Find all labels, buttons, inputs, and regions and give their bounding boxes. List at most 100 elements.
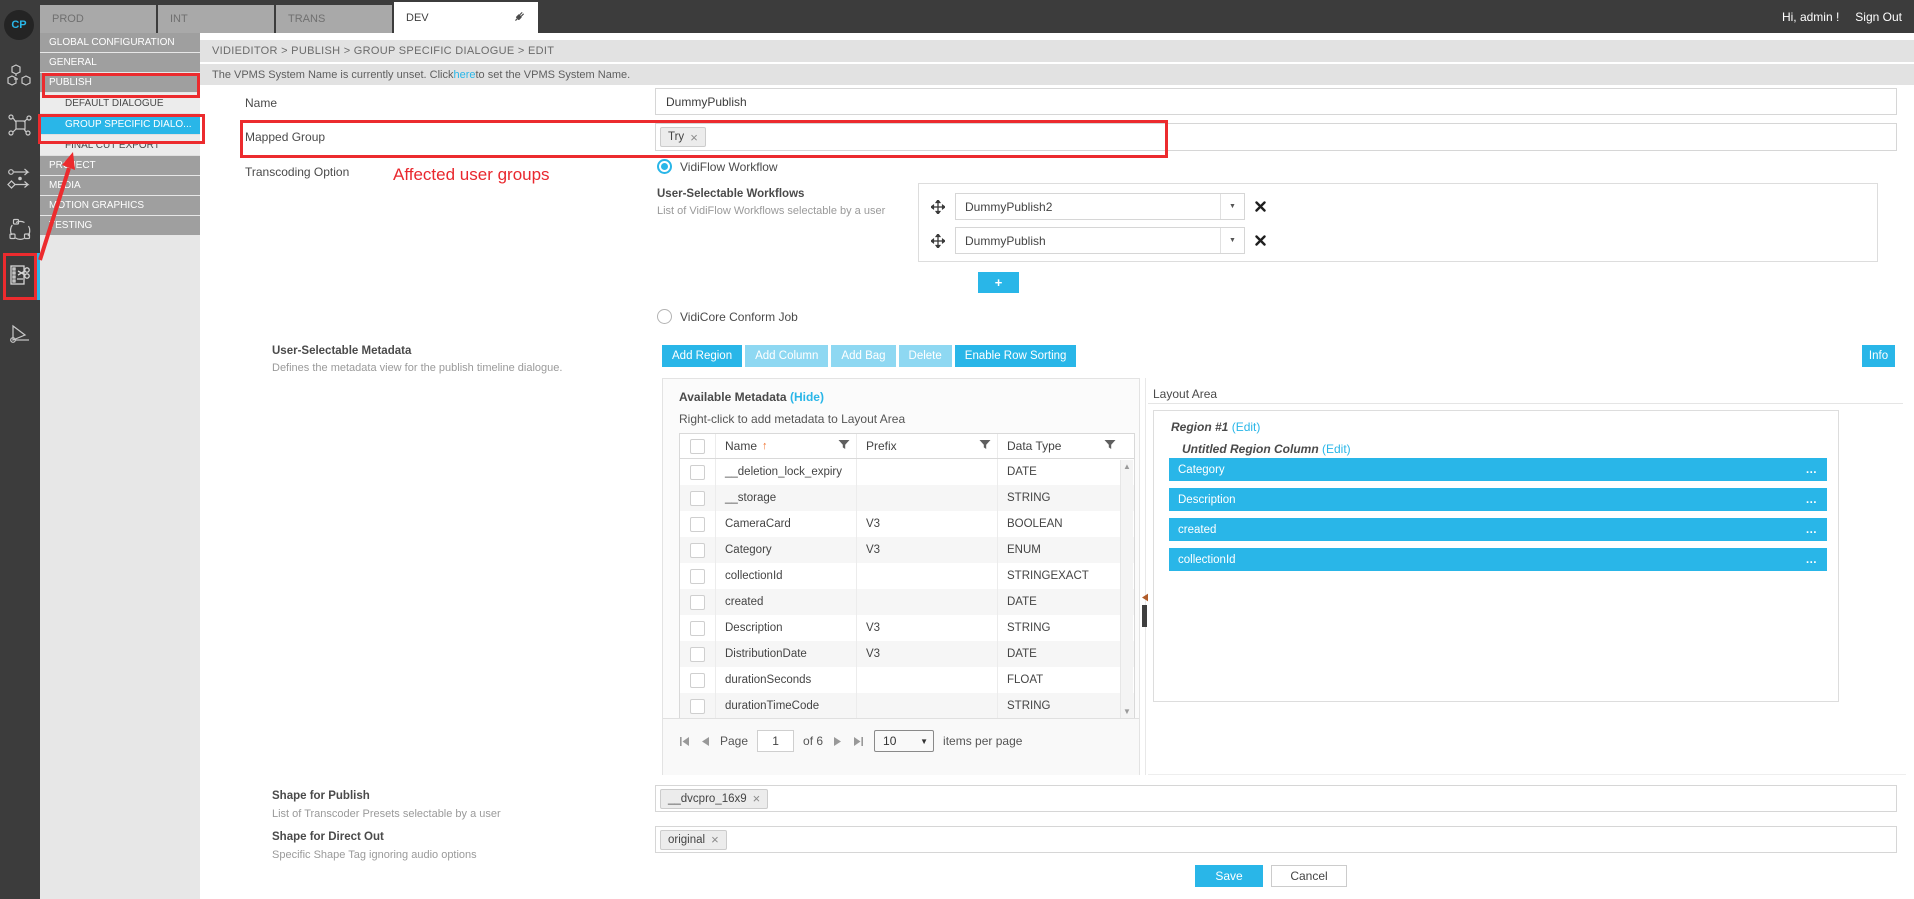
sidebar-cubes-icon[interactable]: [7, 62, 33, 88]
layout-field-description[interactable]: Description…: [1169, 488, 1827, 511]
filter-icon[interactable]: [979, 439, 991, 454]
table-row[interactable]: durationTimeCodeSTRING: [680, 693, 1134, 719]
table-row[interactable]: __storageSTRING: [680, 485, 1134, 511]
hide-link[interactable]: (Hide): [790, 390, 824, 404]
row-checkbox[interactable]: [690, 621, 705, 636]
nav-item-media[interactable]: MEDIA: [40, 176, 200, 196]
sidebar-cycle-icon[interactable]: [7, 216, 33, 242]
first-page-button[interactable]: [678, 737, 691, 746]
sidebar-flow-arrows-icon[interactable]: [7, 166, 33, 192]
add-column-button[interactable]: Add Column: [745, 345, 828, 367]
tab-dev[interactable]: DEV: [394, 2, 538, 33]
scroll-down-icon[interactable]: ▼: [1123, 707, 1131, 716]
mapped-group-field[interactable]: Try ×: [655, 123, 1897, 151]
field-menu-icon[interactable]: …: [1806, 464, 1819, 476]
row-checkbox[interactable]: [690, 491, 705, 506]
field-menu-icon[interactable]: …: [1806, 554, 1819, 566]
table-scrollbar[interactable]: ▲ ▼: [1120, 460, 1133, 718]
table-row[interactable]: durationSecondsFLOAT: [680, 667, 1134, 693]
nav-item-motion-graphics[interactable]: MOTION GRAPHICS: [40, 196, 200, 216]
scroll-up-icon[interactable]: ▲: [1123, 462, 1131, 471]
items-per-page-select[interactable]: 10 ▼: [874, 730, 934, 752]
tab-int[interactable]: INT: [158, 5, 274, 33]
column-edit-link[interactable]: (Edit): [1322, 442, 1351, 456]
layout-field-collectionid[interactable]: collectionId…: [1169, 548, 1827, 571]
row-checkbox[interactable]: [690, 647, 705, 662]
nav-item-default-dialogue[interactable]: DEFAULT DIALOGUE: [40, 93, 200, 114]
enable-row-sorting-button[interactable]: Enable Row Sorting: [955, 345, 1077, 367]
splitter-handle[interactable]: [1142, 605, 1147, 627]
column-header-data-type[interactable]: Data Type: [998, 434, 1122, 458]
title-text: Available Metadata: [679, 390, 787, 404]
sidebar-video-editor-icon[interactable]: [7, 262, 33, 288]
layout-field-created[interactable]: created…: [1169, 518, 1827, 541]
add-region-button[interactable]: Add Region: [662, 345, 742, 367]
row-checkbox[interactable]: [690, 465, 705, 480]
remove-workflow-icon[interactable]: [1255, 201, 1266, 212]
shape-publish-field[interactable]: __dvcpro_16x9 ×: [655, 785, 1897, 812]
layout-field-category[interactable]: Category…: [1169, 458, 1827, 481]
save-button[interactable]: Save: [1195, 865, 1263, 887]
sign-out-link[interactable]: Sign Out: [1855, 10, 1902, 24]
filter-icon[interactable]: [1104, 439, 1116, 454]
sidebar-network-icon[interactable]: [7, 112, 33, 138]
region-edit-link[interactable]: (Edit): [1232, 420, 1261, 434]
table-row[interactable]: CategoryV3ENUM: [680, 537, 1134, 563]
remove-workflow-icon[interactable]: [1255, 235, 1266, 246]
remove-chip-icon[interactable]: ×: [711, 833, 719, 846]
prev-page-button[interactable]: [700, 737, 711, 746]
page-number-input[interactable]: [757, 730, 794, 752]
drag-handle-icon[interactable]: [931, 234, 945, 248]
workflow-select[interactable]: DummyPublish▼: [955, 227, 1245, 254]
column-header-name[interactable]: Name ↑: [716, 434, 857, 458]
info-button[interactable]: Info: [1862, 345, 1895, 367]
tab-label: TRANS: [288, 13, 325, 25]
field-menu-icon[interactable]: …: [1806, 524, 1819, 536]
table-row[interactable]: __deletion_lock_expiryDATE: [680, 459, 1134, 485]
nav-item-group-specific-dialo[interactable]: GROUP SPECIFIC DIALO...: [40, 114, 200, 135]
row-checkbox[interactable]: [690, 595, 705, 610]
radio-vidiflow-workflow[interactable]: VidiFlow Workflow: [657, 159, 778, 174]
header-label: Prefix: [866, 439, 897, 453]
add-bag-button[interactable]: Add Bag: [831, 345, 895, 367]
radio-vidicore-conform-job[interactable]: VidiCore Conform Job: [657, 309, 798, 324]
column-header-prefix[interactable]: Prefix: [857, 434, 998, 458]
table-row[interactable]: collectionIdSTRINGEXACT: [680, 563, 1134, 589]
shape-direct-description: Specific Shape Tag ignoring audio option…: [272, 849, 477, 861]
cancel-button[interactable]: Cancel: [1271, 865, 1347, 887]
nav-item-final-cut-export[interactable]: FINAL CUT EXPORT: [40, 135, 200, 156]
row-checkbox[interactable]: [690, 699, 705, 714]
last-page-button[interactable]: [852, 737, 865, 746]
row-checkbox[interactable]: [690, 673, 705, 688]
tab-trans[interactable]: TRANS: [276, 5, 392, 33]
drag-handle-icon[interactable]: [931, 200, 945, 214]
sidebar-pen-tool-icon[interactable]: [7, 320, 33, 346]
remove-chip-icon[interactable]: ×: [690, 131, 698, 144]
row-checkbox[interactable]: [690, 569, 705, 584]
table-row[interactable]: createdDATE: [680, 589, 1134, 615]
select-all-checkbox[interactable]: [690, 439, 705, 454]
filter-icon[interactable]: [838, 439, 850, 454]
vpms-here-link[interactable]: here: [453, 69, 475, 81]
delete-button[interactable]: Delete: [899, 345, 952, 367]
workflow-select[interactable]: DummyPublish2▼: [955, 193, 1245, 220]
name-input[interactable]: [655, 88, 1897, 115]
row-checkbox[interactable]: [690, 543, 705, 558]
add-workflow-button[interactable]: +: [978, 272, 1019, 293]
row-checkbox[interactable]: [690, 517, 705, 532]
tab-prod[interactable]: PROD: [40, 5, 156, 33]
nav-item-publish[interactable]: PUBLISH: [40, 73, 200, 93]
tab-label: DEV: [406, 12, 429, 24]
nav-item-global-configuration[interactable]: GLOBAL CONFIGURATION: [40, 33, 200, 53]
nav-item-testing[interactable]: TESTING: [40, 216, 200, 236]
table-row[interactable]: DistributionDateV3DATE: [680, 641, 1134, 667]
next-page-button[interactable]: [832, 737, 843, 746]
remove-chip-icon[interactable]: ×: [753, 792, 761, 805]
nav-item-project[interactable]: PROJECT: [40, 156, 200, 176]
nav-item-general[interactable]: GENERAL: [40, 53, 200, 73]
table-row[interactable]: CameraCardV3BOOLEAN: [680, 511, 1134, 537]
field-menu-icon[interactable]: …: [1806, 494, 1819, 506]
shape-direct-field[interactable]: original ×: [655, 826, 1897, 853]
table-row[interactable]: DescriptionV3STRING: [680, 615, 1134, 641]
avatar[interactable]: CP: [4, 10, 34, 40]
